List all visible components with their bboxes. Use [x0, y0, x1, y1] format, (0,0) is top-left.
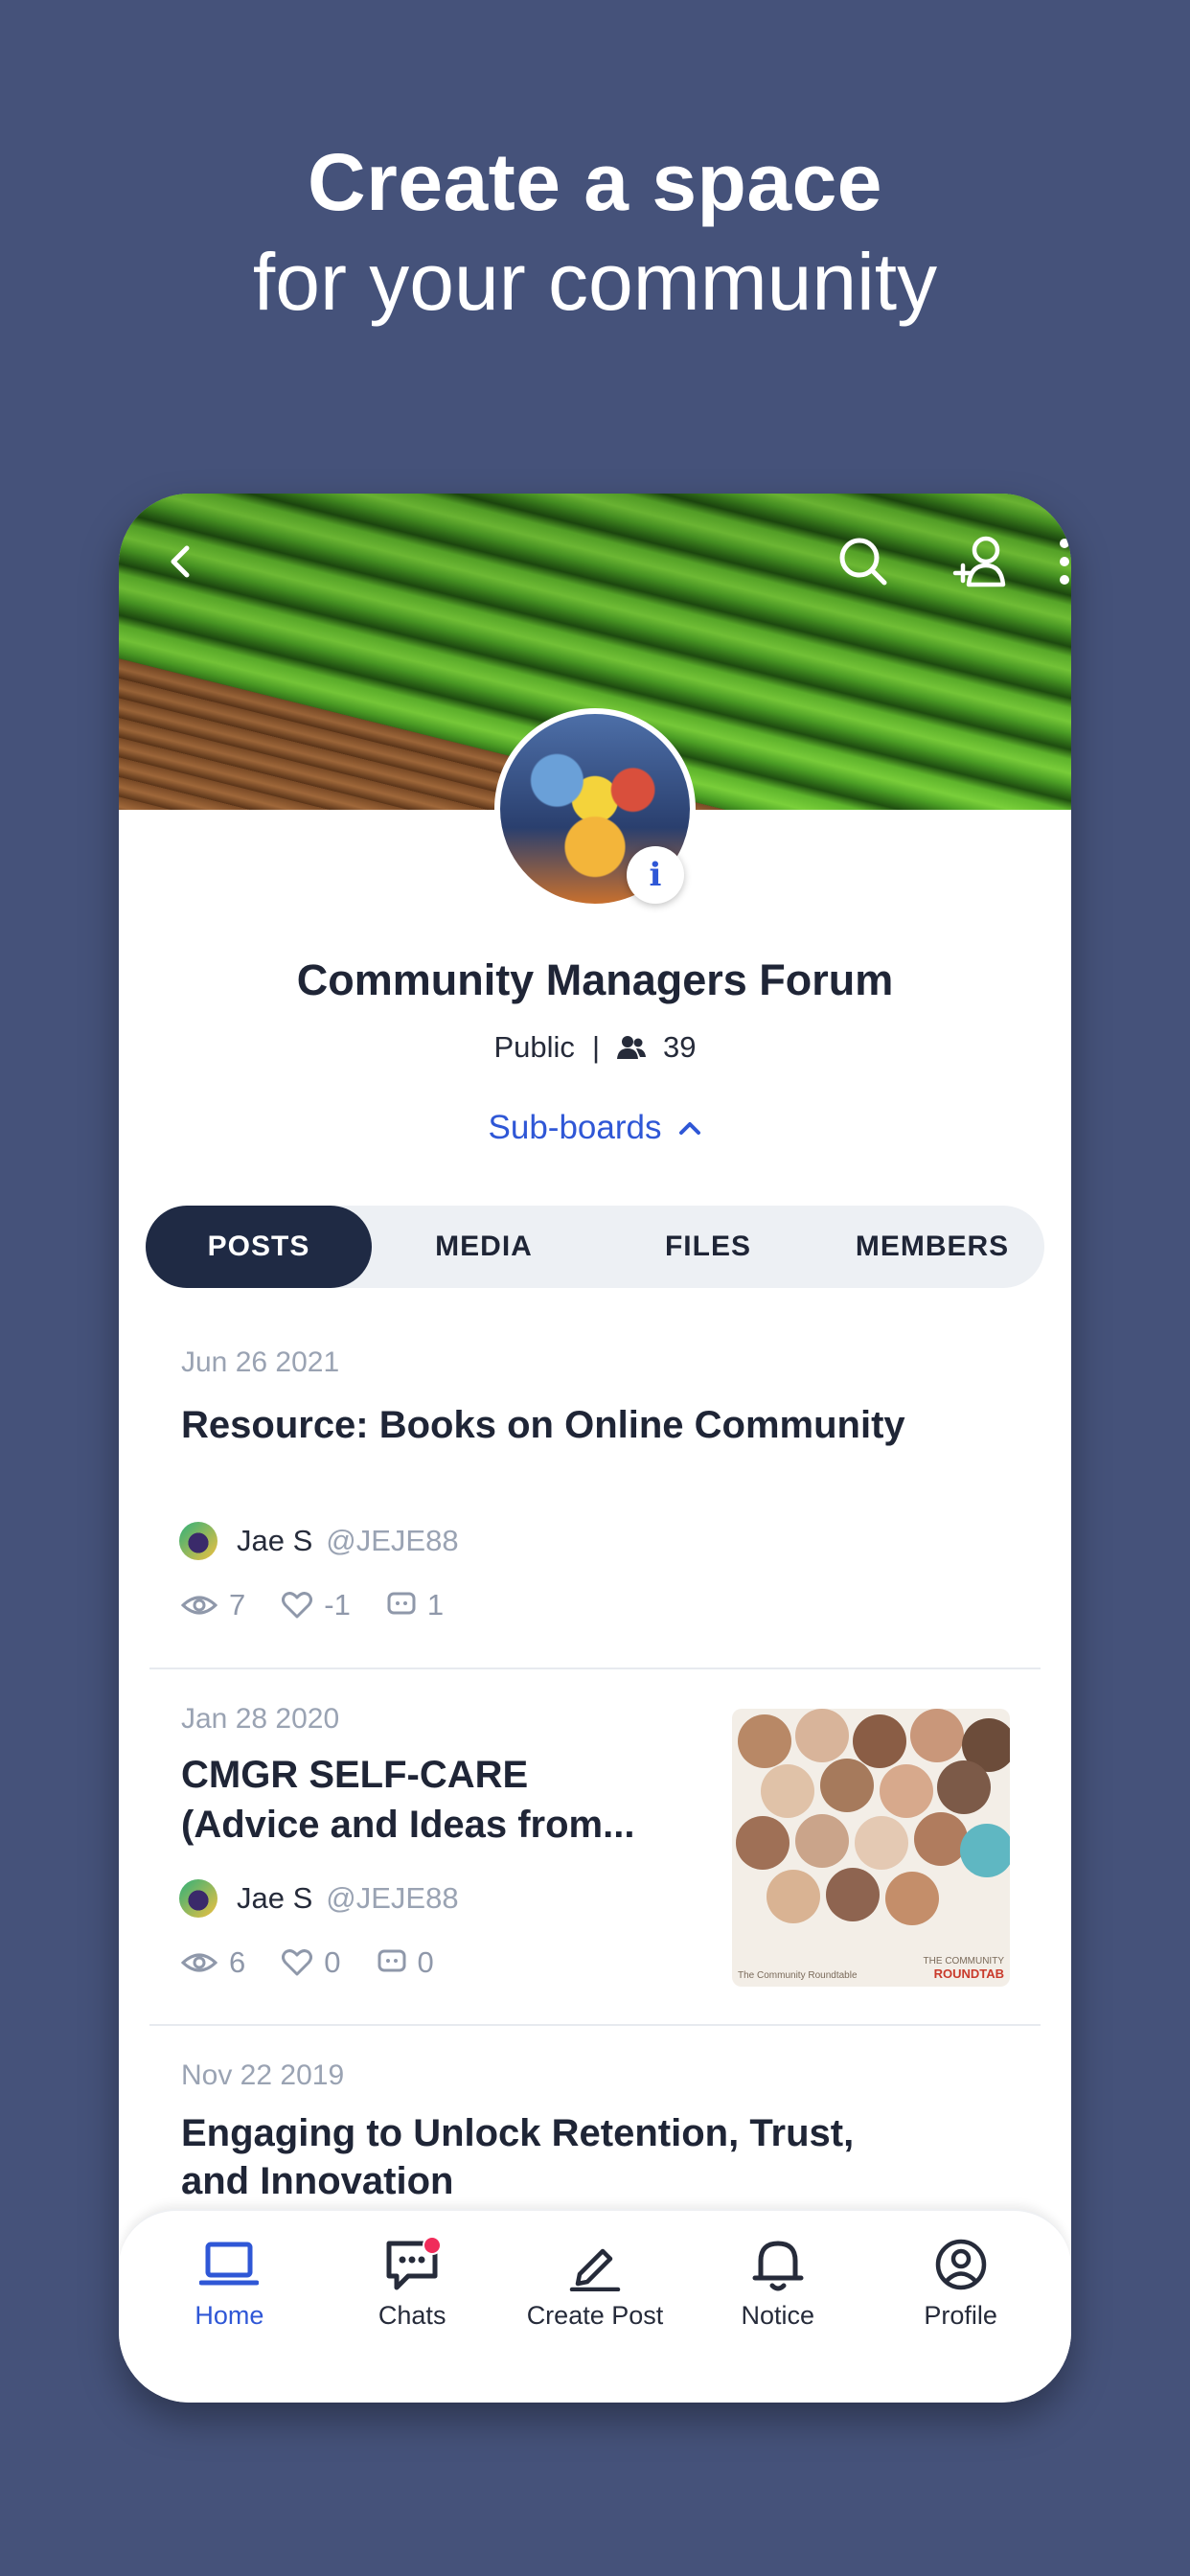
post-author[interactable]: Jae S @JEJE88 — [179, 1522, 459, 1560]
comment-count: 0 — [417, 1945, 434, 1979]
nav-notice-label: Notice — [741, 2301, 815, 2330]
post-stats: 7 -1 1 — [181, 1588, 480, 1622]
promo-headline: Create a space for your community — [0, 132, 1190, 332]
post-date: Jan 28 2020 — [181, 1703, 340, 1735]
post-date: Jun 26 2021 — [181, 1346, 340, 1378]
post-stats: 6 0 0 — [181, 1945, 470, 1980]
thumbnail-caption-left: The Community Roundtable — [738, 1970, 858, 1981]
like-count: -1 — [324, 1588, 351, 1622]
nav-create-post-label: Create Post — [526, 2301, 664, 2330]
member-count: 39 — [663, 1030, 697, 1064]
author-name: Jae S — [237, 1524, 313, 1557]
more-vertical-icon[interactable] — [1041, 528, 1071, 595]
like-button[interactable]: 0 — [282, 1945, 341, 1980]
laptop-icon — [199, 2242, 260, 2286]
nav-home-label: Home — [195, 2301, 264, 2330]
nav-chats[interactable]: Chats — [326, 2234, 498, 2403]
promo-line-2: for your community — [252, 237, 938, 327]
author-avatar — [179, 1879, 217, 1918]
author-avatar — [179, 1522, 217, 1560]
heart-icon — [282, 1592, 313, 1619]
eye-icon — [181, 1596, 217, 1615]
meta-separator: | — [591, 1030, 600, 1064]
thumbnail-caption-right-2: ROUNDTAB — [933, 1966, 1004, 1981]
add-user-icon[interactable] — [949, 528, 1016, 595]
pencil-icon — [569, 2248, 621, 2291]
search-icon[interactable] — [830, 528, 897, 595]
comment-icon — [378, 1949, 405, 1972]
visibility-label: Public — [493, 1030, 575, 1064]
tab-files[interactable]: FILES — [596, 1206, 820, 1288]
forum-meta: Public | 39 — [119, 1030, 1071, 1065]
thumbnail-caption-right-1: THE COMMUNITY — [923, 1956, 1004, 1966]
tab-members[interactable]: MEMBERS — [820, 1206, 1044, 1288]
user-circle-icon — [935, 2239, 986, 2290]
bell-icon — [752, 2241, 804, 2291]
promo-line-1: Create a space — [307, 137, 883, 227]
post-title-line-2: and Innovation — [181, 2160, 454, 2202]
post-author[interactable]: Jae S @JEJE88 — [179, 1879, 459, 1918]
nav-chats-label: Chats — [378, 2301, 446, 2330]
heart-icon — [282, 1949, 313, 1976]
tab-media[interactable]: MEDIA — [372, 1206, 596, 1288]
back-icon[interactable] — [148, 528, 215, 595]
tab-posts[interactable]: POSTS — [146, 1206, 372, 1288]
forum-title: Community Managers Forum — [296, 955, 894, 1004]
members-icon — [617, 1035, 646, 1060]
author-handle: @JEJE88 — [326, 1881, 459, 1915]
post-divider — [149, 2024, 1041, 2026]
thumbnail-caption: The Community Roundtable THE COMMUNITY R… — [732, 1956, 1010, 1981]
content-tabs: POSTS MEDIA FILES MEMBERS — [146, 1206, 1044, 1288]
like-button[interactable]: -1 — [282, 1588, 351, 1622]
nav-profile[interactable]: Profile — [875, 2234, 1047, 2403]
post-title-line-1: CMGR SELF-CARE — [181, 1754, 529, 1796]
post-title: Resource: Books on Online Community — [181, 1404, 905, 1446]
phone-screen: i Community Managers Forum Public | 39 S… — [119, 494, 1071, 2403]
eye-icon — [181, 1953, 217, 1972]
author-name: Jae S — [237, 1881, 313, 1915]
post-date: Nov 22 2019 — [181, 2059, 345, 2091]
author-handle: @JEJE88 — [326, 1524, 459, 1557]
post-divider — [149, 1668, 1041, 1669]
view-count: 6 — [229, 1945, 246, 1979]
nav-home[interactable]: Home — [143, 2234, 315, 2403]
chevron-up-icon — [679, 1122, 701, 1135]
post-title-line-1: Engaging to Unlock Retention, Trust, — [181, 2112, 855, 2154]
bottom-navigation: Home Chats Create Post Notice Profile — [119, 2209, 1071, 2403]
post-title-line-2: (Advice and Ideas from... — [181, 1804, 635, 1846]
view-count: 7 — [229, 1588, 246, 1622]
comment-icon — [387, 1592, 416, 1615]
like-count: 0 — [324, 1945, 341, 1979]
nav-create-post[interactable]: Create Post — [509, 2234, 681, 2403]
post-thumbnail[interactable]: The Community Roundtable THE COMMUNITY R… — [732, 1709, 1010, 1987]
nav-profile-label: Profile — [924, 2301, 997, 2330]
subboards-label: Sub-boards — [488, 1109, 662, 1146]
nav-notice[interactable]: Notice — [692, 2234, 864, 2403]
info-icon[interactable]: i — [627, 846, 684, 904]
subboards-toggle[interactable]: Sub-boards — [119, 1109, 1071, 1147]
comment-count: 1 — [426, 1588, 445, 1622]
